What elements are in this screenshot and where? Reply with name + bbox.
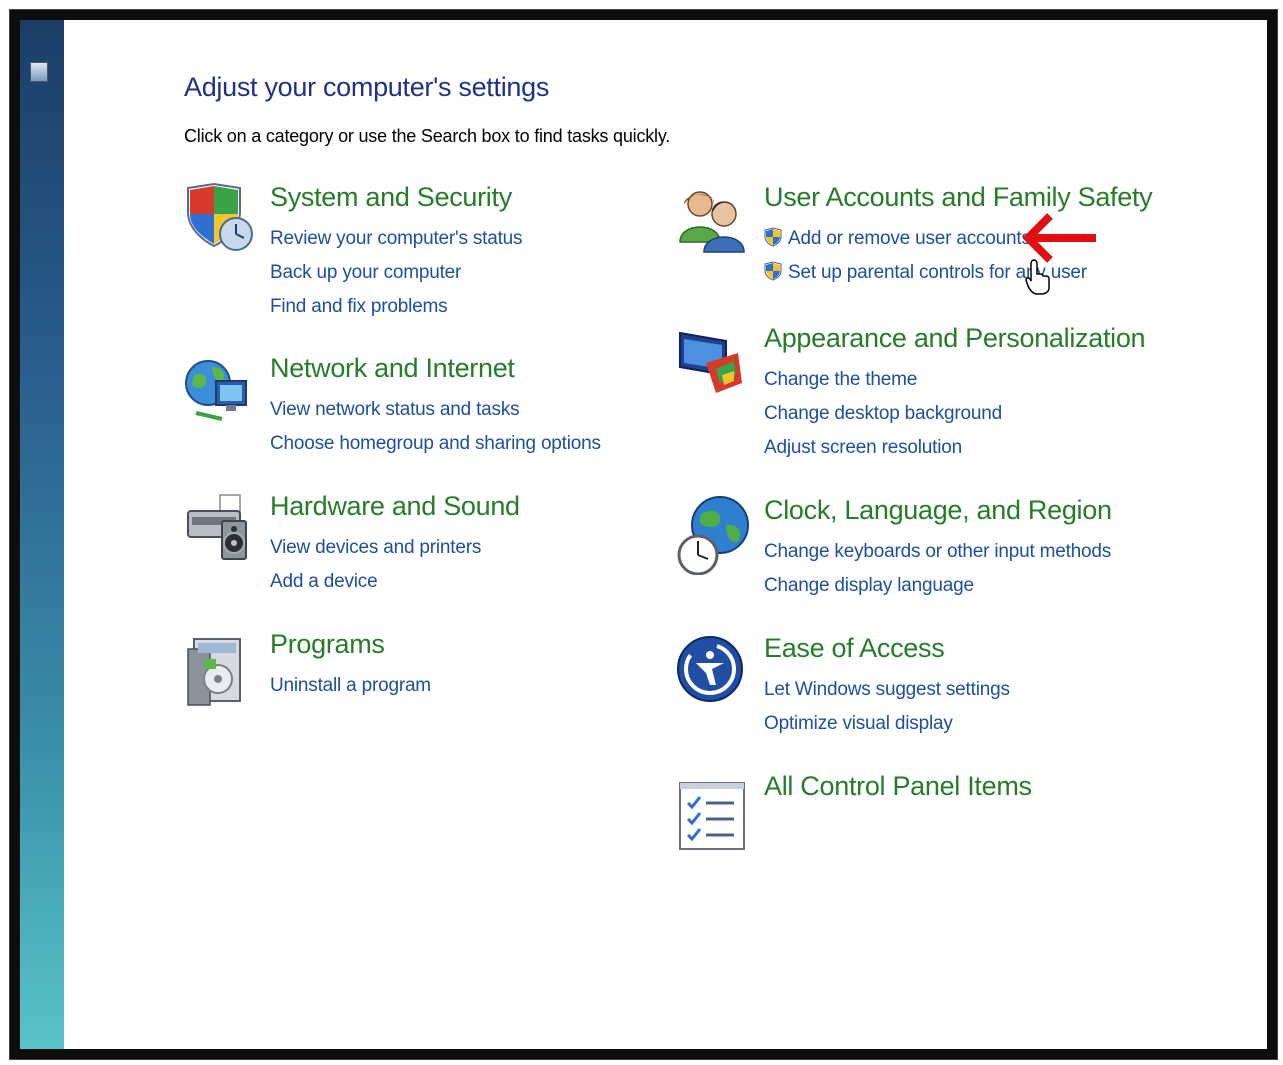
page-title: Adjust your computer's settings [184, 72, 550, 102]
link-change-theme[interactable]: Change the theme [764, 363, 1002, 397]
category-title-appearance[interactable]: Appearance and Personalization [764, 323, 1146, 354]
category-title-clock-language-region[interactable]: Clock, Language, and Region [764, 495, 1112, 526]
category-links: View devices and printers Add a device [270, 531, 481, 599]
uac-shield-icon [764, 261, 782, 281]
window-icon [30, 62, 48, 82]
category-links: Let Windows suggest settings Optimize vi… [764, 673, 1010, 741]
link-back-up[interactable]: Back up your computer [270, 256, 522, 290]
category-title-user-accounts[interactable]: User Accounts and Family Safety [764, 182, 1153, 213]
link-change-keyboards[interactable]: Change keyboards or other input methods [764, 535, 1111, 569]
link-review-status[interactable]: Review your computer's status [270, 222, 523, 256]
control-panel-content: Adjust your computer's settings Click on… [64, 20, 1267, 1049]
link-add-device[interactable]: Add a device [270, 565, 481, 599]
link-uninstall-program[interactable]: Uninstall a program [270, 669, 431, 703]
link-view-network-status[interactable]: View network status and tasks [270, 393, 601, 427]
category-title-system-security[interactable]: System and Security [270, 182, 512, 213]
checklist-icon[interactable] [676, 779, 746, 850]
page-subtitle: Click on a category or use the Search bo… [184, 126, 671, 146]
category-title-network-internet[interactable]: Network and Internet [270, 353, 515, 384]
shield-clock-icon[interactable] [182, 182, 253, 252]
category-title-all-items[interactable]: All Control Panel Items [764, 771, 1032, 802]
link-optimize-visual-display[interactable]: Optimize visual display [764, 707, 1010, 741]
link-homegroup-sharing[interactable]: Choose homegroup and sharing options [270, 427, 601, 461]
printer-speaker-icon[interactable] [182, 491, 252, 561]
category-title-ease-of-access[interactable]: Ease of Access [764, 633, 945, 664]
control-panel-window: Adjust your computer's settings Click on… [10, 10, 1277, 1059]
link-change-display-language[interactable]: Change display language [764, 569, 1111, 603]
globe-network-icon[interactable] [182, 353, 252, 423]
programs-box-icon[interactable] [182, 629, 252, 706]
globe-clock-icon[interactable] [676, 495, 749, 576]
monitor-palette-icon[interactable] [676, 323, 746, 393]
link-view-devices-printers[interactable]: View devices and printers [270, 531, 481, 565]
category-title-hardware-sound[interactable]: Hardware and Sound [270, 491, 520, 522]
uac-shield-icon [764, 227, 782, 247]
link-label: Add or remove user accounts [788, 228, 1031, 249]
category-links: Uninstall a program [270, 669, 431, 703]
link-adjust-resolution[interactable]: Adjust screen resolution [764, 431, 1002, 465]
category-title-programs[interactable]: Programs [270, 629, 385, 660]
link-change-background[interactable]: Change desktop background [764, 397, 1002, 431]
category-links: Change the theme Change desktop backgrou… [764, 363, 1002, 465]
category-links: Review your computer's status Back up yo… [270, 222, 523, 324]
users-icon[interactable] [676, 182, 746, 253]
screenshot-frame: Adjust your computer's settings Click on… [0, 0, 1283, 1065]
window-sidebar [20, 20, 64, 1049]
hand-cursor-icon [1025, 259, 1050, 295]
link-windows-suggest-settings[interactable]: Let Windows suggest settings [764, 673, 1010, 707]
red-arrow-icon [1022, 213, 1096, 263]
category-links: Change keyboards or other input methods … [764, 535, 1111, 603]
link-find-fix[interactable]: Find and fix problems [270, 290, 522, 324]
category-links: View network status and tasks Choose hom… [270, 393, 601, 461]
ease-of-access-icon[interactable] [676, 633, 746, 703]
